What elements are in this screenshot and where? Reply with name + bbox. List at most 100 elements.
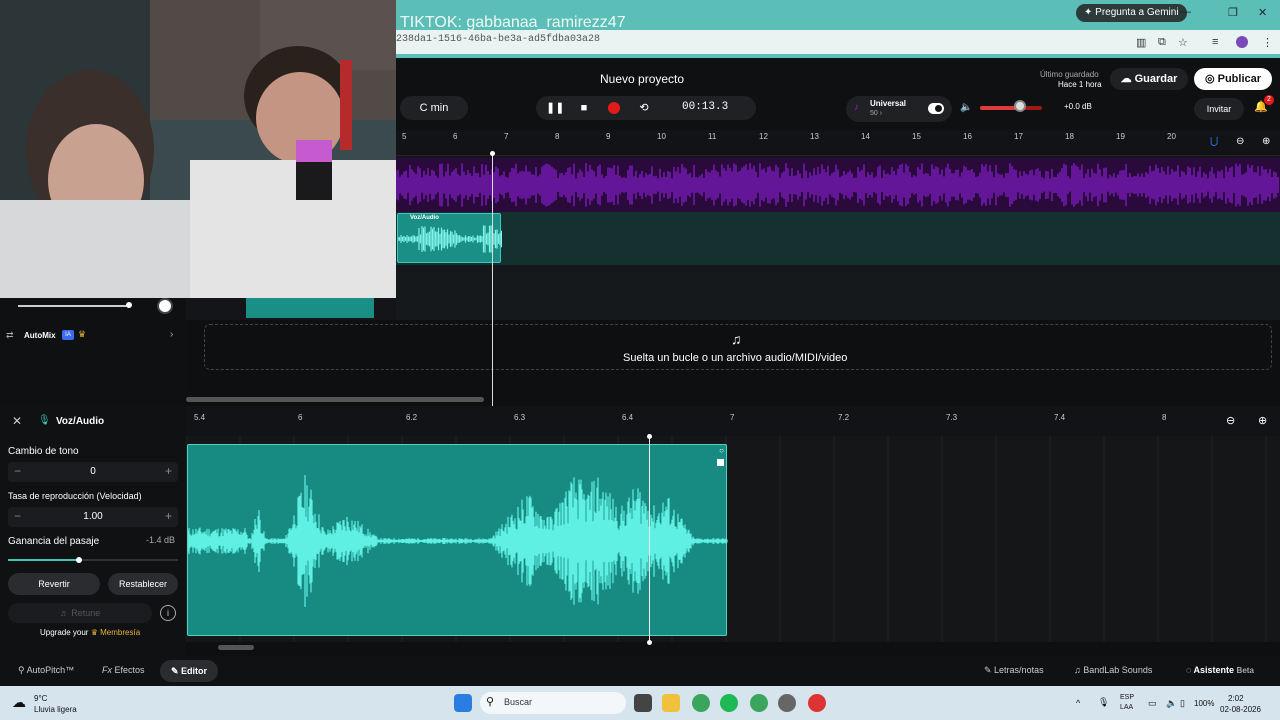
increment-icon[interactable]: +	[165, 509, 172, 523]
pan-knob[interactable]	[157, 298, 173, 314]
pitch-label: Cambio de tono	[8, 446, 79, 457]
settings-icon[interactable]	[778, 694, 796, 712]
record-icon[interactable]	[608, 102, 620, 114]
track-volume-knob[interactable]	[126, 302, 132, 308]
install-icon[interactable]: ⧉	[1158, 36, 1166, 49]
tuner-control[interactable]: ♪ Universal 50 ›	[846, 96, 952, 122]
master-gain-readout: +0.0 dB	[1064, 102, 1092, 111]
ruler-tick: 13	[810, 132, 819, 141]
app-icon[interactable]	[808, 694, 826, 712]
zoom-out-icon[interactable]: ⊖	[1236, 136, 1244, 147]
ruler-tick: 20	[1167, 132, 1176, 141]
publish-button[interactable]: ◎ Publicar	[1194, 68, 1272, 90]
editor-scrollbar[interactable]	[218, 645, 254, 650]
task-view-icon[interactable]	[634, 694, 652, 712]
reset-button[interactable]: Restablecer	[108, 573, 178, 595]
editor-zoom-in-icon[interactable]: ⊕	[1258, 414, 1267, 427]
assistant-button[interactable]: ◌ Asistente Beta	[1186, 665, 1254, 675]
beat-track-lane[interactable]	[395, 158, 1280, 212]
loop-handle-icon[interactable]: ○	[719, 446, 724, 455]
language-code[interactable]: ESP	[1120, 694, 1134, 701]
invite-button[interactable]: Invitar	[1194, 98, 1244, 120]
empty-track-lane[interactable]	[396, 265, 1280, 320]
track-clip[interactable]	[246, 298, 374, 318]
battery-icon[interactable]: ▯	[1180, 698, 1185, 709]
network-icon[interactable]: ▭	[1148, 698, 1157, 709]
close-window-icon[interactable]: ✕	[1258, 6, 1267, 19]
save-button[interactable]: ☁ Guardar	[1110, 68, 1188, 90]
timeline-scrollbar[interactable]	[186, 397, 484, 402]
key-button[interactable]: C min	[400, 96, 468, 120]
drop-zone[interactable]: ♫ Suelta un bucle o un archivo audio/MID…	[204, 324, 1272, 370]
editor-ruler-tick: 7.4	[1054, 413, 1066, 422]
minimize-icon[interactable]: —	[1180, 6, 1191, 18]
media-icon[interactable]: ≡	[1212, 36, 1218, 48]
file-explorer-icon[interactable]	[662, 694, 680, 712]
zoom-in-icon[interactable]: ⊕	[1262, 136, 1270, 147]
resize-handle[interactable]	[717, 459, 724, 466]
editor-playhead-handle-top[interactable]	[647, 434, 652, 439]
editor-ruler-tick: 6.4	[622, 413, 634, 422]
effects-tab[interactable]: Fx Efectos	[102, 665, 145, 675]
automix-label[interactable]: AutoMix	[24, 331, 56, 340]
voice-clip[interactable]: Voz/Audio	[397, 213, 502, 263]
start-icon[interactable]	[454, 694, 472, 712]
speaker-icon[interactable]: 🔈	[960, 102, 972, 113]
spotify-icon[interactable]	[720, 694, 738, 712]
editor-tab[interactable]: ✎ Editor	[160, 660, 218, 682]
reading-mode-icon[interactable]: ▥	[1136, 36, 1146, 49]
snap-magnet-icon[interactable]: ⋃	[1210, 136, 1218, 147]
stop-icon[interactable]: ■	[576, 100, 592, 116]
track-volume-slider[interactable]	[18, 305, 130, 307]
master-volume-knob[interactable]	[1014, 100, 1027, 112]
ruler-tick: 19	[1116, 132, 1125, 141]
voice-track-lane[interactable]	[396, 212, 1280, 265]
project-title[interactable]: Nuevo proyecto	[600, 72, 684, 86]
mic-tray-icon[interactable]: 🎙	[1098, 697, 1109, 708]
menu-dots-icon[interactable]: ⋮	[1262, 36, 1273, 49]
battery-percent: 100%	[1194, 699, 1215, 708]
gain-slider[interactable]	[8, 559, 178, 561]
gemini-button[interactable]: ✦ Pregunta a Gemini	[1076, 4, 1187, 22]
chevron-right-icon[interactable]: ›	[170, 329, 173, 340]
pause-icon[interactable]: ❚❚	[546, 100, 564, 116]
autopitch-tab[interactable]: ⚲ AutoPitch™	[18, 665, 74, 676]
timeline-ruler[interactable]: 5 6 7 8 9 10 11 12 13 14 15 16 17 18 19 20	[396, 130, 1280, 156]
clock-time[interactable]: 2:02	[1228, 694, 1244, 703]
bandlab-sounds-button[interactable]: ♫ BandLab Sounds	[1074, 665, 1152, 675]
playhead-handle[interactable]	[490, 151, 495, 156]
lyrics-button[interactable]: ✎ Letras/notas	[984, 665, 1044, 676]
restore-icon[interactable]: ❐	[1228, 6, 1238, 19]
loop-icon[interactable]: ⟲	[636, 100, 652, 116]
editor-clip[interactable]: ○	[187, 444, 728, 636]
chrome-icon[interactable]	[692, 694, 710, 712]
ruler-tick: 8	[555, 132, 560, 141]
taskbar-search[interactable]: ⚲ Buscar	[480, 692, 626, 714]
gain-slider-knob[interactable]	[76, 557, 83, 563]
tray-chevron-icon[interactable]: ^	[1076, 698, 1080, 708]
editor-playhead-handle-bottom[interactable]	[647, 640, 652, 645]
retune-button[interactable]: ♬ Retune	[8, 603, 152, 623]
editor-playhead[interactable]	[649, 436, 650, 642]
keyboard-layout[interactable]: LAA	[1120, 704, 1133, 711]
profile-avatar[interactable]	[1236, 36, 1248, 48]
increment-icon[interactable]: +	[165, 464, 172, 478]
weather-icon[interactable]: ☁	[12, 694, 26, 711]
editor-ruler[interactable]: ⊖ ⊕ 5.4 6 6.2 6.3 6.4 7 7.2 7.3 7.4 8	[186, 406, 1280, 436]
rate-stepper[interactable]: − 1.00 +	[8, 507, 178, 527]
close-editor-icon[interactable]: ✕	[12, 414, 22, 428]
upgrade-text[interactable]: Upgrade your ♛ Membresía	[40, 628, 140, 637]
master-volume-slider[interactable]	[980, 106, 1042, 110]
pitch-stepper[interactable]: − 0 +	[8, 462, 178, 482]
clock-date[interactable]: 02-08-2026	[1220, 705, 1261, 714]
editor-zoom-out-icon[interactable]: ⊖	[1226, 414, 1235, 427]
webcam-image	[0, 0, 396, 298]
chrome-profile-icon[interactable]	[750, 694, 768, 712]
info-icon[interactable]: i	[160, 605, 176, 621]
volume-tray-icon[interactable]: 🔈	[1166, 698, 1177, 709]
playhead[interactable]	[492, 152, 493, 406]
tuner-toggle[interactable]	[928, 103, 944, 114]
membership-link[interactable]: Membresía	[100, 628, 140, 637]
bookmark-star-icon[interactable]: ☆	[1178, 36, 1188, 49]
revert-button[interactable]: Revertir	[8, 573, 100, 595]
